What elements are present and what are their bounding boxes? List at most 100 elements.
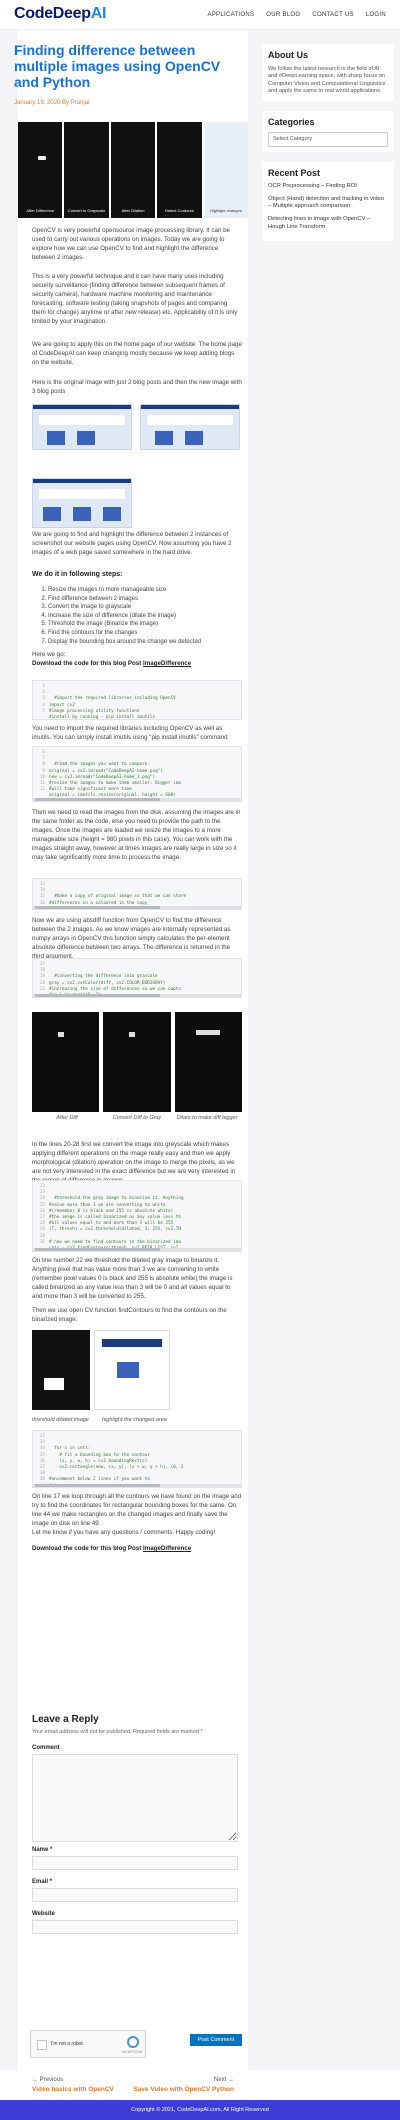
code-text: for c in cnts: # fit a bounding box to t… — [49, 1446, 184, 1487]
diff-images — [32, 1012, 242, 1112]
diff-image-captions: After Diff Convert Diff to Gray Dilate to … — [56, 1115, 238, 1121]
paragraph: Now we are using absdiff function from O… — [32, 917, 231, 960]
site-logo[interactable]: CodeDeepAI — [14, 2, 106, 26]
post-by-label: By — [62, 100, 70, 106]
gray-diff-image — [103, 1012, 171, 1112]
download-link[interactable]: ImageDifference — [143, 660, 191, 667]
post-title: Finding difference between multiple imag… — [14, 42, 221, 90]
categories-widget: Categories Select Category — [262, 110, 394, 152]
feature-panel: Detect Contours — [157, 122, 202, 218]
code-block: 12345 #import the required libraries inc… — [32, 680, 242, 720]
website-input[interactable] — [32, 1920, 238, 1934]
screenshot-new — [32, 478, 132, 528]
code-text: #threshold the gray image to binarize it… — [49, 1196, 184, 1251]
recent-post-link[interactable]: OCR Preprocessing – Finding ROI — [268, 183, 388, 191]
category-select[interactable]: Select Category — [268, 132, 388, 147]
name-input[interactable] — [32, 1856, 238, 1870]
featured-image: After Difference Convert to Grayscale Af… — [18, 122, 249, 218]
steps-list: Resize the images to more manageable siz… — [40, 586, 240, 646]
nav-item-our-blog[interactable]: OUR BLOG — [262, 8, 304, 23]
here-we-go: Here we go: — [32, 651, 66, 658]
post-author[interactable]: Pranjal — [71, 100, 90, 106]
dilated-diff-image — [174, 1012, 242, 1112]
recaptcha-widget: I'm not a robot reCAPTCHA — [30, 2030, 146, 2058]
list-item: Display the bounding box around the chan… — [48, 638, 240, 647]
email-label: Email * — [32, 1879, 53, 1885]
list-item: Find difference between 2 images — [48, 595, 240, 604]
download-line: Download the code for this blog Post Ima… — [32, 660, 192, 667]
about-title: About Us — [268, 50, 308, 60]
comments-notice: Your email address will not be published… — [32, 1729, 203, 1735]
nav-item-contact-us[interactable]: CONTACT US — [308, 8, 357, 23]
paragraph: We are going to apply this on the home p… — [32, 341, 242, 366]
comment-textarea[interactable] — [32, 1754, 238, 1842]
screenshot-original — [32, 404, 132, 450]
paragraph: In the lines 20-28 first we convert the … — [32, 1141, 236, 1184]
list-item: Convert the image to grayscale — [48, 603, 240, 612]
code-block: 13 14 15 16 #make a copy of original image … — [32, 878, 242, 910]
code-scrollbar[interactable] — [33, 994, 241, 997]
site-footer: Copyright © 2021, CodeDeepAI.com, All Ri… — [0, 2100, 400, 2120]
recaptcha-checkbox[interactable] — [37, 2040, 47, 2050]
list-item: Threshold the image (Binarize the image) — [48, 620, 240, 629]
code-block: 22 23 24 25 26 27 28 29 30 31 #threshold the gray… — [32, 1180, 242, 1252]
recaptcha-label: I'm not a robot — [51, 2041, 83, 2047]
nav-item-login[interactable]: LOGIN — [362, 8, 390, 23]
code-scrollbar[interactable] — [33, 1484, 241, 1487]
paragraph: On line 17 we loop through all the conto… — [32, 1493, 242, 1527]
post-comment-button[interactable]: Post Comment — [190, 2034, 242, 2046]
nav-item-applications[interactable]: APPLICATIONS — [203, 8, 258, 23]
site-header: CodeDeepAI APPLICATIONS OUR BLOG CONTACT… — [0, 0, 400, 30]
paragraph: OpenCV is very powerful opensource image… — [32, 227, 230, 261]
comments-title: Leave a Reply — [32, 1714, 99, 1725]
code-scrollbar[interactable] — [33, 798, 241, 801]
steps-heading: We do it in following steps: — [32, 571, 123, 578]
paragraph: We are going to find and highlight the d… — [32, 531, 232, 556]
download-link[interactable]: ImageDifference — [143, 1545, 191, 1552]
list-item: Find the contours for the changes — [48, 629, 240, 638]
paragraph: Let me know if you have any questions / … — [32, 1529, 216, 1536]
download-line: Download the code for this blog Post Ima… — [32, 1545, 192, 1552]
threshold-captions: threshold dilated image highlight the cha… — [32, 1417, 167, 1423]
sidebar: About Us We follow the latest research i… — [262, 30, 394, 242]
categories-title: Categories — [268, 116, 315, 127]
feature-panel: Convert to Grayscale — [64, 122, 109, 218]
email-input[interactable] — [32, 1888, 238, 1902]
post-meta: January 19, 2020 By Pranjal — [14, 99, 89, 108]
list-item: Resize the images to more manageable siz… — [48, 586, 240, 595]
about-widget: About Us We follow the latest research i… — [262, 44, 394, 101]
code-text: #read the images you want to compare. or… — [49, 762, 181, 801]
code-text: #import the required libraries including… — [49, 696, 176, 720]
feature-panel: Highlight changes — [203, 122, 249, 218]
recent-post-link[interactable]: Detecting lines in image with OpenCV – H… — [268, 216, 388, 231]
paragraph: Then we need to read the images from the… — [32, 809, 241, 861]
recent-title: Recent Post — [268, 167, 321, 178]
about-text: We follow the latest research in the fie… — [268, 65, 386, 95]
code-block: 17 18 19 20 21 #converting the difference in… — [32, 958, 242, 998]
paragraph: On line number 22 we threshold the dilat… — [32, 1257, 233, 1300]
name-label: Name * — [32, 1847, 53, 1853]
paragraph: Then we use open CV function findContour… — [32, 1307, 227, 1323]
screenshot-original-2 — [140, 404, 240, 450]
threshold-image — [32, 1330, 90, 1410]
paragraph: You need to import the required librarie… — [32, 725, 228, 741]
feature-panel: After Difference — [18, 122, 63, 218]
paragraph: This is a very powerful technique and it… — [32, 273, 238, 325]
post-date: January 19, 2020 — [14, 100, 61, 106]
feature-panel: After Dilation — [110, 122, 156, 218]
main-nav: APPLICATIONS OUR BLOG CONTACT US LOGIN — [203, 8, 390, 23]
highlighted-changes-image — [94, 1330, 170, 1410]
code-block: 323334353637383940 for c in cnts: # fit … — [32, 1430, 242, 1488]
code-block: 6 7 8 9 10 11 12 #read the images you want to … — [32, 746, 242, 802]
list-item: Increase the size of difference (dilate … — [48, 612, 240, 621]
code-scrollbar[interactable] — [33, 906, 241, 909]
paragraph: Here is the original image with just 2 b… — [32, 379, 242, 395]
threshold-images — [32, 1330, 242, 1410]
previous-post-link[interactable]: ← Previous Video basics with OpenCV — [32, 2076, 114, 2095]
website-label: Website — [32, 1911, 55, 1917]
recent-post-link[interactable]: Object (Hand) detection and tracking in … — [268, 196, 388, 211]
comment-label: Comment — [32, 1745, 60, 1751]
code-scrollbar[interactable] — [33, 1248, 241, 1251]
next-post-link[interactable]: Next → Save Video with OpenCV Python — [133, 2076, 234, 2095]
recent-posts-widget: Recent Post OCR Preprocessing – Finding … — [262, 161, 394, 242]
